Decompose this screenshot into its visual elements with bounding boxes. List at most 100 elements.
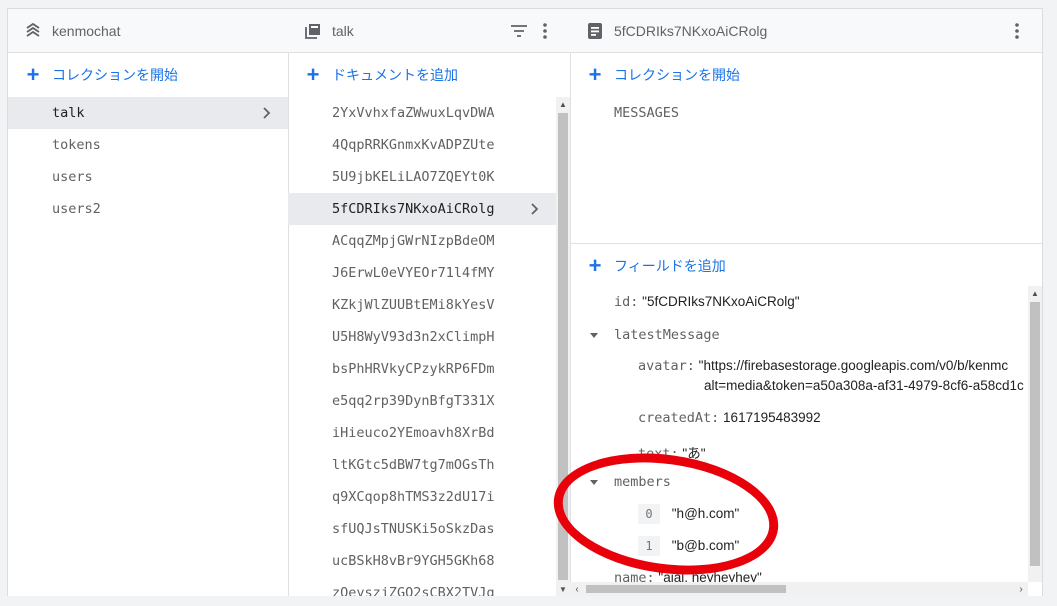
scrollbar-thumb[interactable]	[1030, 302, 1040, 566]
plus-icon: +	[588, 62, 602, 87]
document-id: 2YxVvhxfaZWwuxLqvDWA	[332, 105, 495, 121]
scroll-up-icon[interactable]: ▲	[1028, 286, 1042, 300]
document-icon	[586, 22, 604, 40]
collection-label: tokens	[52, 137, 101, 153]
field-value: "5fCDRIks7NKxoAiCRolg"	[642, 294, 800, 309]
subcollection-label: MESSAGES	[614, 105, 680, 121]
document-item[interactable]: KZkjWlZUUBtEMi8kYesV	[288, 289, 556, 321]
documents-scrollbar[interactable]: ▲ ▼	[556, 97, 570, 596]
field-row-avatar[interactable]: avatar: "https://firebasestorage.googlea…	[638, 358, 1026, 374]
fields-vertical-scrollbar[interactable]: ▲	[1028, 286, 1042, 582]
document-id: iHieuco2YEmoavh8XrBd	[332, 425, 495, 441]
field-row-avatar-cont: alt=media&token=a50a308a-af31-4979-8cf6-…	[704, 378, 1026, 393]
document-panel: 5fCDRIks7NKxoAiCRolg + コレクションを開始 MESSAGE…	[570, 9, 1042, 596]
add-document-button[interactable]: + ドキュメントを追加	[288, 53, 570, 97]
scroll-left-icon[interactable]: ‹	[570, 582, 584, 596]
add-field-label: フィールドを追加	[614, 258, 726, 274]
document-id: J6ErwL0eVYEOr71l4fMY	[332, 265, 495, 281]
collection-label: users	[52, 169, 93, 185]
start-subcollection-label: コレクションを開始	[614, 67, 740, 83]
field-key: id:	[614, 294, 639, 310]
document-id: KZkjWlZUUBtEMi8kYesV	[332, 297, 495, 313]
document-item[interactable]: sfUQJsTNUSKi5oSkzDas	[288, 513, 556, 545]
fields-section: + フィールドを追加 id: "5fCDRIks7NKxoAiCRolg" la…	[570, 244, 1042, 596]
field-row-text[interactable]: text: "あ"	[638, 442, 1026, 462]
field-row-members[interactable]: members	[570, 474, 1026, 490]
field-row-latestmessage[interactable]: latestMessage	[570, 327, 1026, 343]
more-vert-icon[interactable]	[534, 19, 556, 43]
scrollbar-thumb[interactable]	[558, 113, 568, 580]
field-value: "h@h.com"	[671, 506, 740, 521]
fields-horizontal-scrollbar[interactable]: ‹ ›	[570, 582, 1028, 596]
document-title: 5fCDRIks7NKxoAiCRolg	[614, 22, 768, 39]
document-item[interactable]: ltKGtc5dBW7tg7mOGsTh	[288, 449, 556, 481]
document-item[interactable]: J6ErwL0eVYEOr71l4fMY	[288, 257, 556, 289]
document-item[interactable]: 5U9jbKELiLAO7ZQEYt0K	[288, 161, 556, 193]
document-item[interactable]: ucBSkH8vBr9YGH5GKh68	[288, 545, 556, 577]
document-item[interactable]: bsPhHRVkyCPzykRP6FDm	[288, 353, 556, 385]
document-item[interactable]: iHieuco2YEmoavh8XrBd	[288, 417, 556, 449]
chevron-right-icon	[263, 107, 271, 119]
scroll-right-icon[interactable]: ›	[1014, 582, 1028, 596]
hscrollbar-thumb[interactable]	[586, 585, 786, 593]
add-field-button[interactable]: + フィールドを追加	[570, 244, 1042, 288]
collapse-caret-icon[interactable]	[590, 480, 598, 485]
field-key: latestMessage	[614, 327, 720, 343]
array-index-badge: 1	[638, 536, 660, 556]
scroll-down-icon[interactable]: ▼	[556, 582, 570, 596]
document-id: 5fCDRIks7NKxoAiCRolg	[332, 201, 495, 217]
field-value: "https://firebasestorage.googleapis.com/…	[698, 358, 1009, 373]
more-vert-icon[interactable]	[1006, 19, 1028, 43]
filter-icon[interactable]	[508, 19, 530, 43]
subcollection-item[interactable]: MESSAGES	[570, 97, 1042, 129]
field-key: createdAt:	[638, 410, 720, 426]
document-id: ucBSkH8vBr9YGH5GKh68	[332, 553, 495, 569]
plus-icon: +	[26, 62, 40, 87]
collection-label: talk	[52, 105, 85, 121]
root-collections-panel: kenmochat + コレクションを開始 talk tokens users …	[8, 9, 289, 596]
collection-item-talk[interactable]: talk	[8, 97, 288, 129]
panel-header-collection: talk	[288, 9, 570, 53]
document-item[interactable]: 2YxVvhxfaZWwuxLqvDWA	[288, 97, 556, 129]
field-value: "あ"	[682, 446, 706, 461]
document-id: e5qq2rp39DynBfgT331X	[332, 393, 495, 409]
document-item[interactable]: U5H8WyV93d3n2xClimpH	[288, 321, 556, 353]
document-item[interactable]: ACqqZMpjGWrNIzpBdeOM	[288, 225, 556, 257]
array-item-0[interactable]: 0 "h@h.com"	[638, 504, 1026, 524]
document-id: U5H8WyV93d3n2xClimpH	[332, 329, 495, 345]
document-item[interactable]: zQeyszjZGQ2sCBX2TVJq	[288, 577, 556, 596]
document-item[interactable]: q9XCqop8hTMS3z2dU17i	[288, 481, 556, 513]
scroll-up-icon[interactable]: ▲	[556, 97, 570, 111]
start-collection-button[interactable]: + コレクションを開始	[8, 53, 288, 97]
document-id: 5U9jbKELiLAO7ZQEYt0K	[332, 169, 495, 185]
start-subcollection-button[interactable]: + コレクションを開始	[570, 53, 1042, 97]
document-item[interactable]: 4QqpRRKGnmxKvADPZUte	[288, 129, 556, 161]
collapse-caret-icon[interactable]	[590, 333, 598, 338]
collection-label: users2	[52, 201, 101, 217]
chevron-right-icon	[531, 203, 539, 215]
collection-title: talk	[332, 22, 354, 39]
field-row-id[interactable]: id: "5fCDRIks7NKxoAiCRolg"	[614, 294, 1026, 310]
collection-item-users2[interactable]: users2	[8, 193, 288, 225]
array-index-badge: 0	[638, 504, 660, 524]
field-row-createdat[interactable]: createdAt: 1617195483992	[638, 410, 1026, 426]
field-value-continued: alt=media&token=a50a308a-af31-4979-8cf6-…	[704, 378, 1024, 393]
collection-item-tokens[interactable]: tokens	[8, 129, 288, 161]
document-item[interactable]: e5qq2rp39DynBfgT331X	[288, 385, 556, 417]
document-item-selected[interactable]: 5fCDRIks7NKxoAiCRolg	[288, 193, 556, 225]
array-item-1[interactable]: 1 "b@b.com"	[638, 536, 1026, 556]
document-id: sfUQJsTNUSKi5oSkzDas	[332, 521, 495, 537]
documents-panel: talk + ドキュメントを追加 2YxVvhxfaZWwuxLqvDWA 4Q…	[288, 9, 571, 596]
collections-icon	[24, 22, 42, 40]
collection-list: talk tokens users users2	[8, 97, 288, 225]
collection-icon	[304, 22, 322, 40]
field-value: 1617195483992	[723, 410, 821, 425]
field-key: avatar:	[638, 358, 695, 374]
start-collection-label: コレクションを開始	[52, 67, 178, 83]
field-key: text:	[638, 446, 679, 462]
document-id: ltKGtc5dBW7tg7mOGsTh	[332, 457, 495, 473]
root-title: kenmochat	[52, 22, 121, 39]
document-id: q9XCqop8hTMS3z2dU17i	[332, 489, 495, 505]
collection-item-users[interactable]: users	[8, 161, 288, 193]
firestore-data-viewer: kenmochat + コレクションを開始 talk tokens users …	[7, 8, 1043, 596]
